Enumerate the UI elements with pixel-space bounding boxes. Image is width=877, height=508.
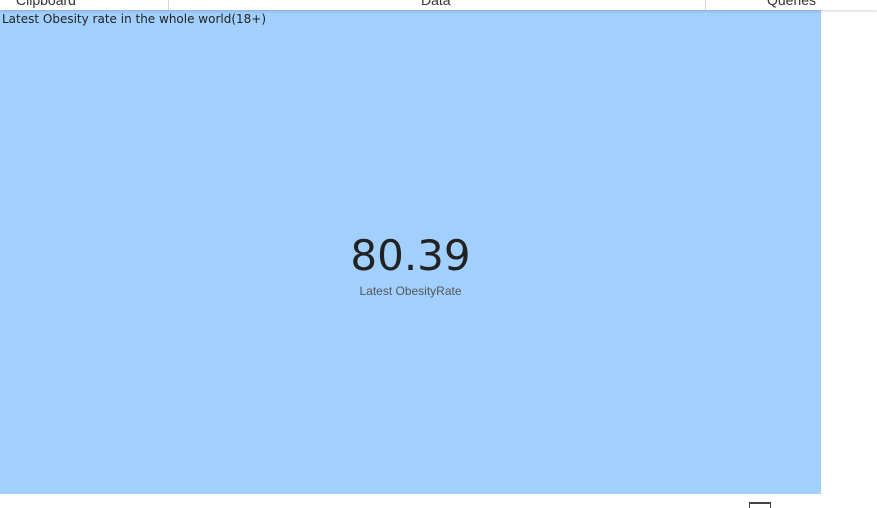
kpi-label: Latest ObesityRate (359, 284, 462, 298)
ribbon-divider (168, 0, 169, 10)
right-pane (821, 10, 877, 508)
ribbon: Clipboard Data Queries (0, 0, 877, 10)
kpi-card-visual[interactable]: Latest Obesity rate in the whole world(1… (0, 10, 821, 494)
view-toggle-icon[interactable] (749, 502, 771, 508)
kpi-value: 80.39 (350, 231, 471, 280)
ribbon-group-queries[interactable]: Queries (767, 0, 816, 8)
ribbon-group-clipboard[interactable]: Clipboard (16, 0, 76, 8)
visual-title: Latest Obesity rate in the whole world(1… (2, 12, 267, 26)
ribbon-group-data[interactable]: Data (421, 0, 451, 8)
ribbon-divider (705, 0, 706, 10)
